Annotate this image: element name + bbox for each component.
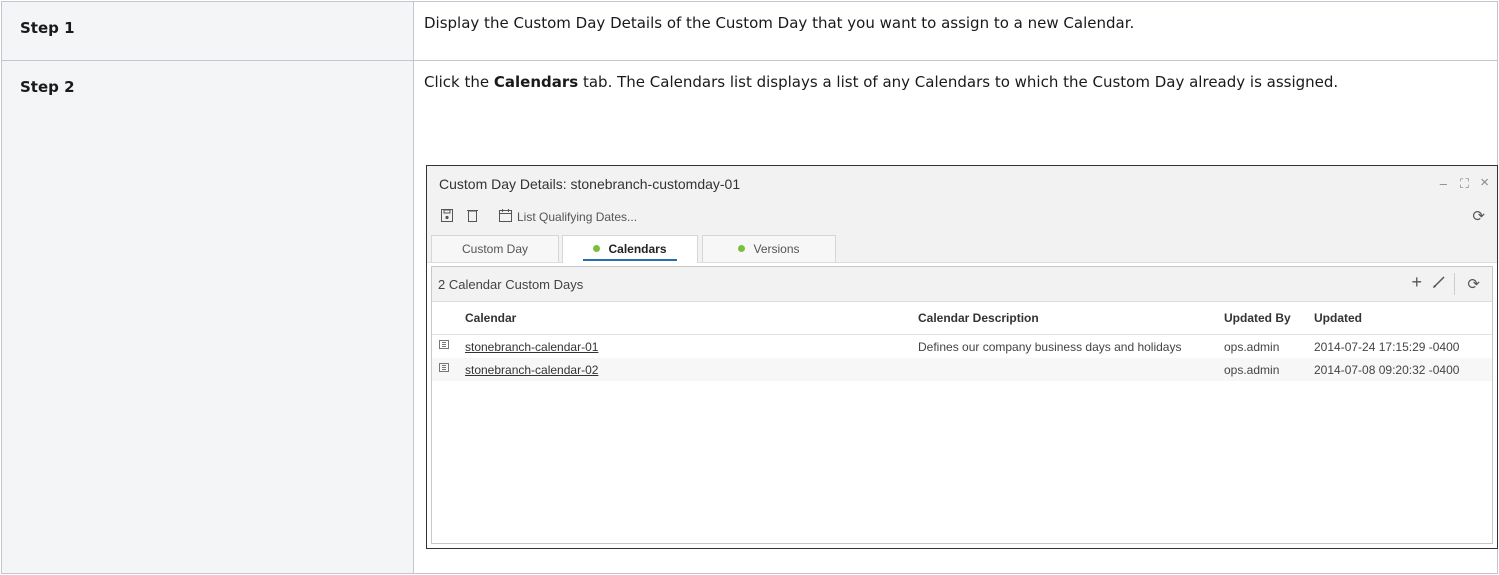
column-header-updated-by[interactable]: Updated By <box>1224 311 1291 325</box>
status-dot-icon <box>593 245 601 252</box>
window-titlebar: Custom Day Details: stonebranch-customda… <box>427 166 1497 202</box>
maximize-icon[interactable]: ⛶ <box>1460 176 1469 192</box>
calendar-custom-days-panel: 2 Calendar Custom Days + ⟳ Calendar Cale… <box>431 266 1493 544</box>
grid-header: Calendar Calendar Description Updated By… <box>432 302 1492 335</box>
record-count: 2 Calendar Custom Days <box>438 277 584 292</box>
table-row[interactable]: stonebranch-calendar-02 ops.admin 2014-0… <box>432 358 1492 381</box>
edit-icon[interactable] <box>1432 275 1446 293</box>
column-header-calendar[interactable]: Calendar <box>465 311 516 325</box>
refresh-icon[interactable]: ⟳ <box>1467 275 1480 293</box>
step-row: Step 1 Display the Custom Day Details of… <box>1 1 1498 61</box>
step-label: Step 2 <box>20 78 75 96</box>
column-header-updated[interactable]: Updated <box>1314 311 1362 325</box>
tab-custom-day[interactable]: Custom Day <box>431 235 559 262</box>
step-text-bold: Calendars <box>493 73 579 91</box>
column-header-description[interactable]: Calendar Description <box>918 311 1039 325</box>
custom-day-details-window: Custom Day Details: stonebranch-customda… <box>426 165 1498 549</box>
step-text-pre: Click the <box>424 73 494 91</box>
step-label-cell: Step 1 <box>1 1 414 61</box>
toolbar-divider <box>1454 273 1455 295</box>
step-description: Display the Custom Day Details of the Cu… <box>424 14 1135 32</box>
minimize-icon[interactable]: – <box>1440 176 1447 191</box>
panel-header: 2 Calendar Custom Days + ⟳ <box>432 267 1492 302</box>
tab-label: Versions <box>753 242 800 256</box>
step-description: Click the Calendars tab. The Calendars l… <box>414 61 1497 93</box>
step-label-cell: Step 2 <box>1 60 414 574</box>
step-text-post: tab. The Calendars list displays a list … <box>578 73 1339 91</box>
calendar-link[interactable]: stonebranch-calendar-02 <box>465 363 598 377</box>
calendar-link[interactable]: stonebranch-calendar-01 <box>465 340 598 354</box>
tab-calendars[interactable]: Calendars <box>562 235 698 263</box>
step-label: Step 1 <box>20 19 75 37</box>
updated-timestamp: 2014-07-24 17:15:29 -0400 <box>1314 340 1460 354</box>
window-toolbar: List Qualifying Dates... ⟳ <box>427 202 1497 232</box>
status-dot-icon <box>738 245 746 252</box>
tab-bar: Custom Day Calendars Versions <box>427 232 1497 263</box>
calendar-icon[interactable] <box>499 209 512 225</box>
close-icon[interactable]: × <box>1480 174 1489 191</box>
tab-label: Custom Day <box>461 242 529 256</box>
table-row[interactable]: stonebranch-calendar-01 Defines our comp… <box>432 335 1492 358</box>
record-details-icon[interactable] <box>439 340 449 349</box>
updated-timestamp: 2014-07-08 09:20:32 -0400 <box>1314 363 1460 377</box>
step-description-cell: Display the Custom Day Details of the Cu… <box>413 1 1498 61</box>
window-title: Custom Day Details: stonebranch-customda… <box>439 176 741 192</box>
add-icon[interactable]: + <box>1411 272 1422 293</box>
updated-by: ops.admin <box>1224 340 1280 354</box>
delete-icon[interactable] <box>467 209 478 225</box>
tab-versions[interactable]: Versions <box>702 235 836 262</box>
tab-label: Calendars <box>608 242 667 256</box>
updated-by: ops.admin <box>1224 363 1280 377</box>
refresh-icon[interactable]: ⟳ <box>1472 207 1485 225</box>
record-details-icon[interactable] <box>439 363 449 372</box>
save-icon[interactable] <box>441 209 453 225</box>
list-qualifying-dates-button[interactable]: List Qualifying Dates... <box>517 210 637 224</box>
calendar-description: Defines our company business days and ho… <box>918 340 1182 354</box>
